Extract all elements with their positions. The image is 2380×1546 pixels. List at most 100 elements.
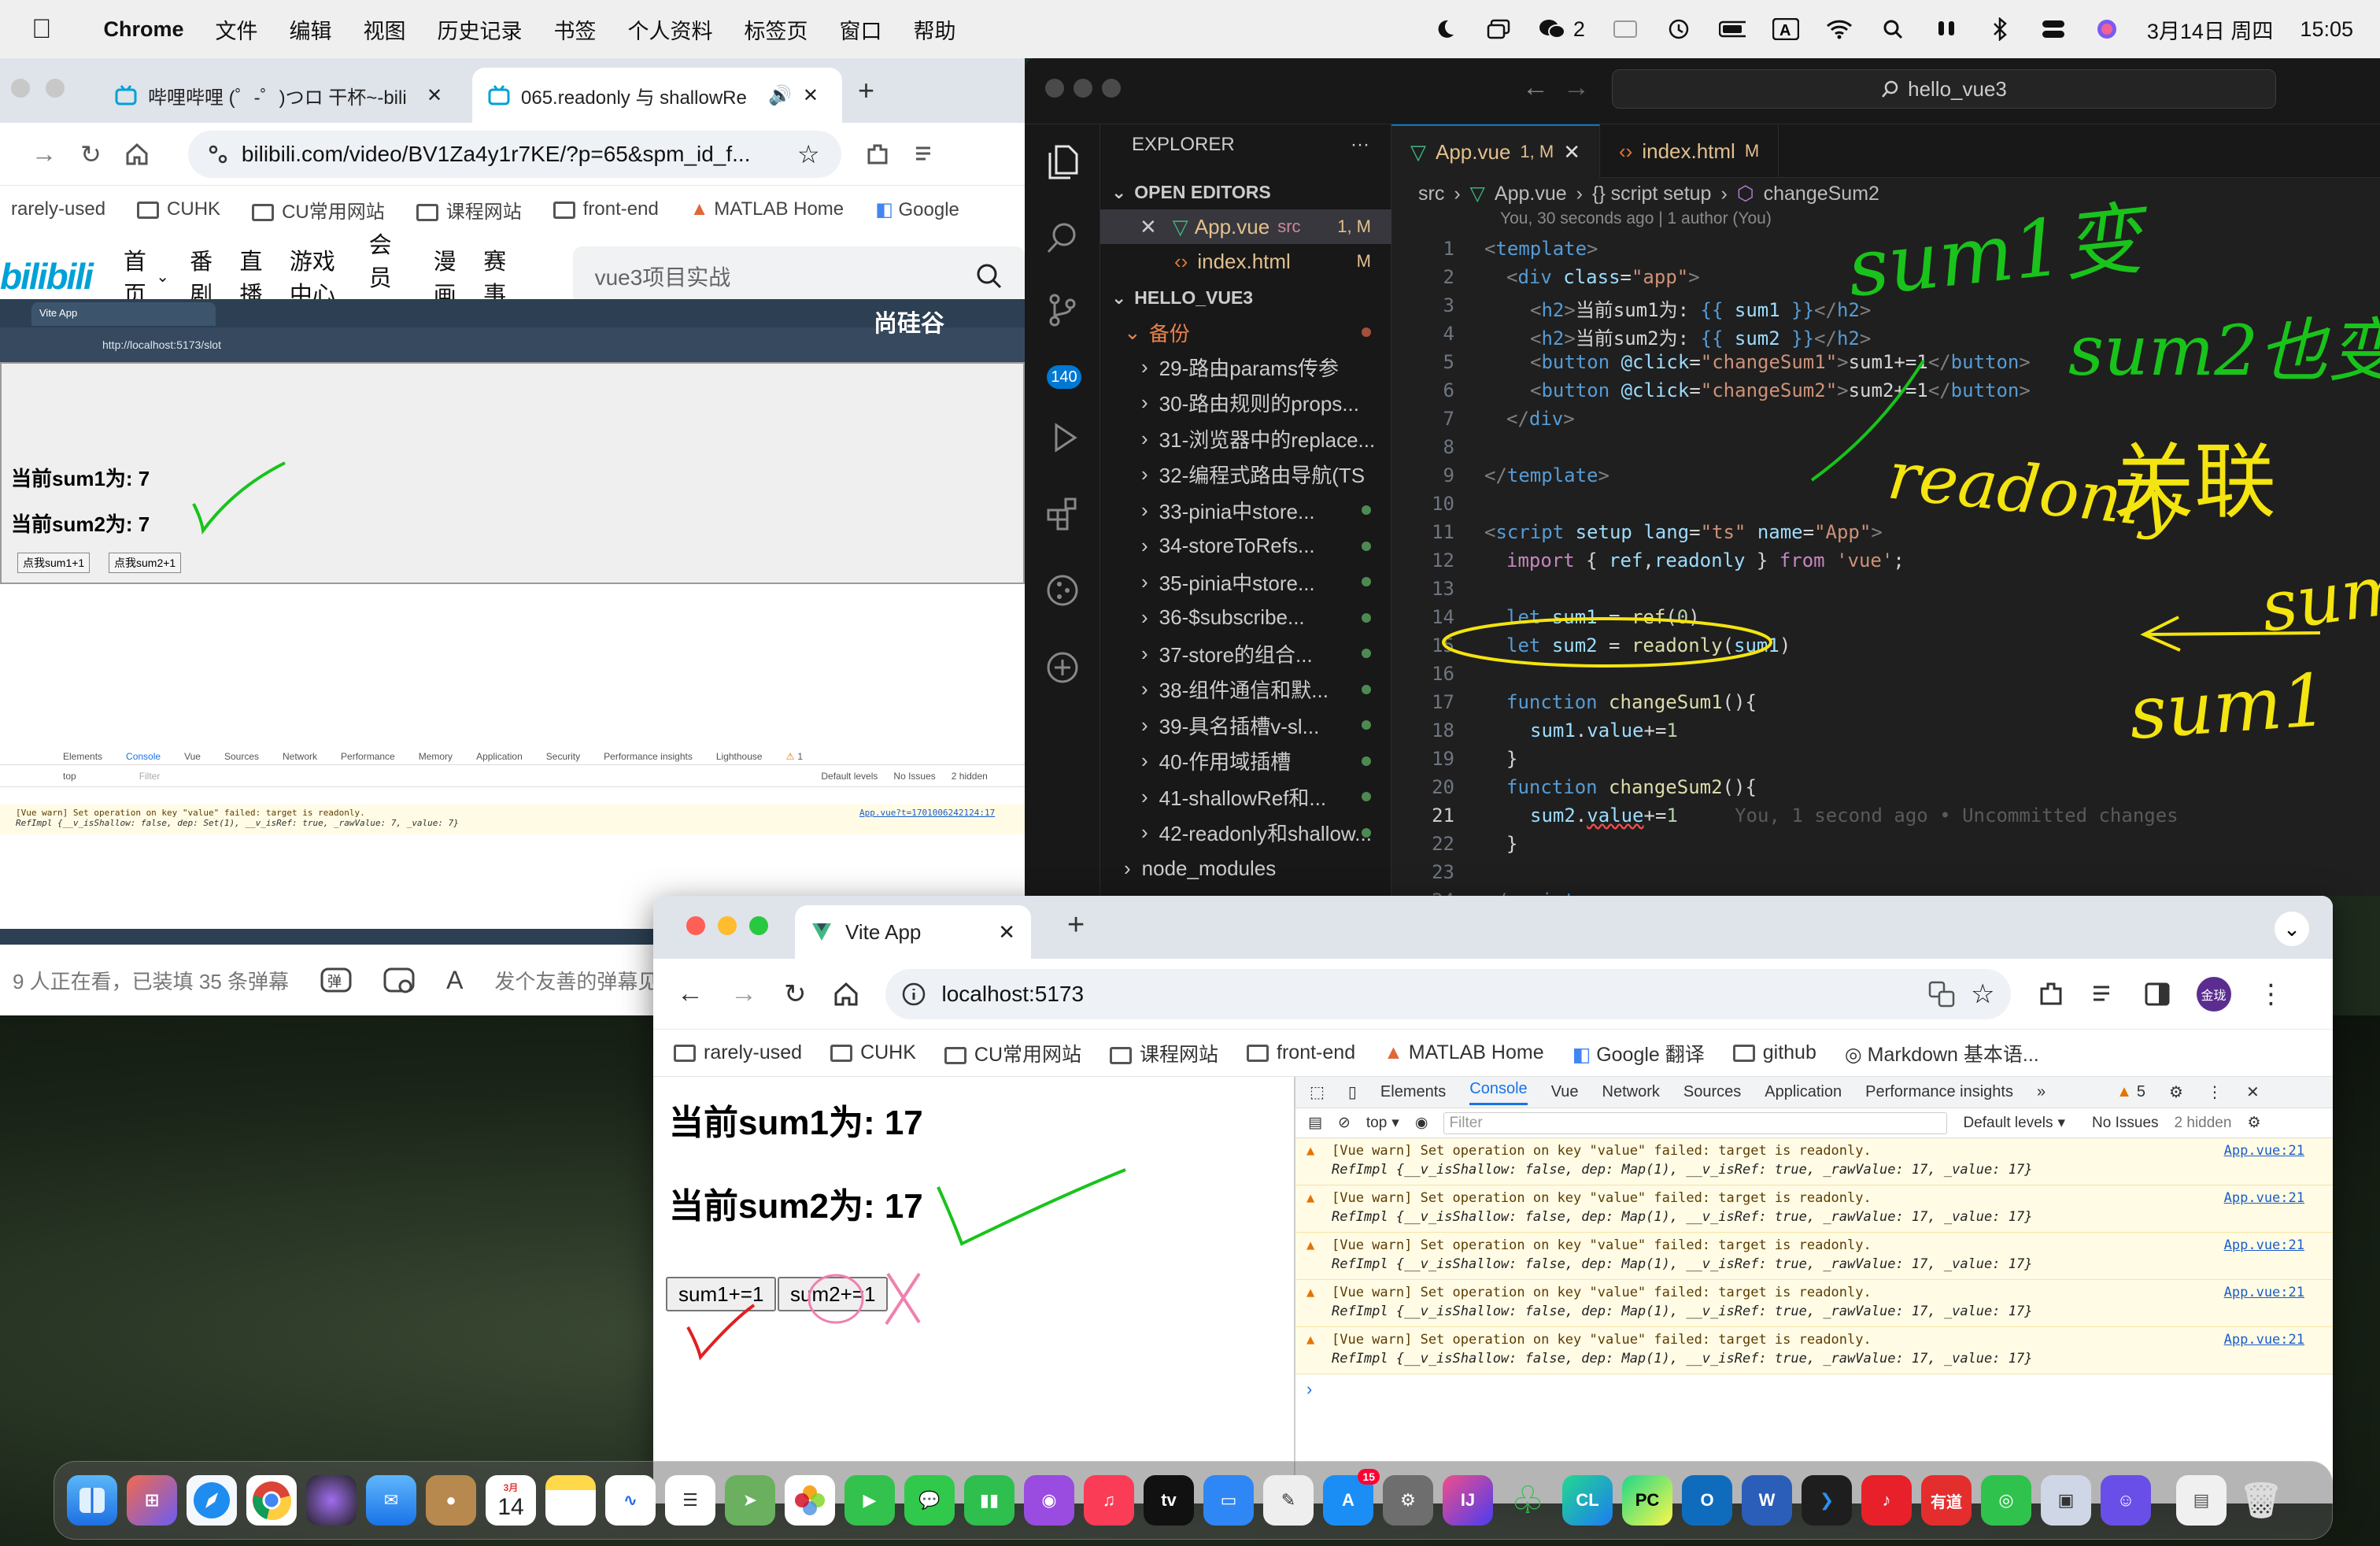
youdao-icon[interactable]: 有道	[1921, 1475, 1972, 1526]
tab-search-chevron-icon[interactable]: ⌄	[2275, 912, 2309, 946]
danmaku-font-icon[interactable]: A	[446, 966, 463, 995]
git-graph-icon[interactable]	[1042, 570, 1083, 611]
new-tab-button[interactable]: +	[858, 74, 874, 107]
bookmark-matlab[interactable]: ▲ MATLAB Home	[690, 198, 844, 220]
vite-tab[interactable]: Vite App ✕	[795, 905, 1031, 959]
menu-tabs[interactable]: 标签页	[745, 14, 808, 45]
bilibili-logo[interactable]: bilibili	[0, 255, 94, 298]
battery-icon[interactable]	[1718, 16, 1746, 43]
more-actions-icon[interactable]: ···	[1351, 134, 1369, 156]
close-icon[interactable]: ✕	[2246, 1082, 2260, 1102]
git-blame-lens[interactable]: You, 30 seconds ago | 1 author (You)	[1391, 209, 2380, 233]
messages-icon[interactable]: 💬	[904, 1475, 955, 1526]
app-store-icon[interactable]: A 15	[1323, 1469, 1380, 1526]
open-editor-index-html[interactable]: ‹› index.html M	[1100, 244, 1391, 279]
mail-icon[interactable]: ✉	[366, 1475, 416, 1526]
profile-avatar[interactable]: 金珑	[2196, 976, 2231, 1012]
freeform-icon[interactable]: ∿	[605, 1475, 656, 1526]
warning-object[interactable]: RefImpl {__v_isShallow: false, dep: Map(…	[1332, 1304, 2032, 1319]
translate-icon[interactable]	[1928, 981, 1955, 1008]
folder-backup[interactable]: ⌄ 备份	[1100, 315, 1391, 350]
extensions-icon[interactable]	[1042, 493, 1083, 534]
console-warning[interactable]: ▲ [Vue warn] Set operation on key "value"…	[1295, 1280, 2333, 1327]
media-controls-icon[interactable]	[2091, 982, 2118, 1006]
menu-view[interactable]: 视图	[364, 14, 406, 45]
bookmark-cuhk[interactable]: CUHK	[137, 198, 220, 220]
breadcrumb-item[interactable]: {} script setup	[1592, 183, 1711, 205]
clear-console-icon[interactable]: ⊘	[1338, 1114, 1351, 1132]
window-minimize-button[interactable]	[1074, 79, 1092, 98]
control-center-icon[interactable]	[2040, 16, 2067, 43]
extensions-icon[interactable]	[865, 142, 890, 167]
wechat-icon[interactable]	[1539, 16, 1565, 43]
stage-manager-icon[interactable]	[1485, 16, 1512, 43]
devtools-tab-network[interactable]: Network	[1602, 1083, 1660, 1101]
bili-search-input[interactable]: vue3项目实战	[595, 261, 976, 292]
tab-close-icon[interactable]: ✕	[998, 920, 1015, 945]
new-tab-button[interactable]: +	[1067, 908, 1085, 942]
source-control-icon[interactable]	[1042, 290, 1083, 331]
bookmark-matlab[interactable]: ▲ MATLAB Home	[1384, 1041, 1544, 1064]
console-settings-icon[interactable]: ⚙	[2247, 1114, 2260, 1132]
open-editors-header[interactable]: ⌄ OPEN EDITORS	[1100, 175, 1391, 209]
screen-mirroring-icon[interactable]	[1612, 16, 1639, 43]
airpods-icon[interactable]	[1933, 16, 1960, 43]
search-icon[interactable]	[1042, 217, 1083, 258]
bili-tab-home[interactable]: 哔哩哔哩 (゜-゜)つロ 干杯~-bili ✕	[99, 68, 463, 123]
system-settings-icon[interactable]: ⚙	[1383, 1475, 1433, 1526]
warning-object[interactable]: RefImpl {__v_isShallow: false, dep: Map(…	[1332, 1209, 2032, 1225]
devtools-tab-application[interactable]: Application	[1765, 1083, 1842, 1101]
more-options-icon[interactable]: ⋮	[2207, 1082, 2223, 1102]
devtools-tab-performance-insights[interactable]: Performance insights	[1865, 1083, 2013, 1101]
bookmark-github[interactable]: github	[1732, 1041, 1816, 1064]
music-icon[interactable]: ♫	[1084, 1475, 1134, 1526]
console-warning[interactable]: ▲ [Vue warn] Set operation on key "value"…	[1295, 1233, 2333, 1280]
preview-icon[interactable]: ▣	[2041, 1475, 2091, 1526]
warning-source-link[interactable]: App.vue:21	[2224, 1285, 2304, 1300]
side-panel-icon[interactable]	[2145, 982, 2170, 1006]
gear-icon[interactable]: ⚙	[2169, 1082, 2183, 1102]
folder-item[interactable]: ›public	[1100, 887, 1391, 896]
wechat-dock-icon[interactable]: ◎	[1981, 1475, 2031, 1526]
bookmark-cu-sites[interactable]: CU常用网站	[252, 196, 385, 224]
sum2-increment-button[interactable]: sum2+=1	[778, 1277, 889, 1311]
more-tabs-icon[interactable]: »	[2037, 1083, 2046, 1101]
contacts-icon[interactable]: ●	[426, 1475, 476, 1526]
bookmark-course-sites[interactable]: 课程网站	[416, 196, 522, 224]
extensions-icon[interactable]	[2038, 981, 2064, 1008]
window-zoom-button[interactable]	[749, 916, 768, 935]
folder-item[interactable]: › 38-组件通信和默...	[1100, 672, 1391, 707]
folder-item[interactable]: › 32-编程式路由导航(TS	[1100, 457, 1391, 492]
podcasts-icon[interactable]: ◉	[1024, 1475, 1074, 1526]
back-icon[interactable]: ←	[677, 978, 704, 1009]
warning-source-link[interactable]: App.vue:21	[2224, 1143, 2304, 1159]
documents-stack-icon[interactable]: ▤	[2176, 1475, 2227, 1526]
green-app-icon[interactable]: ♧	[1502, 1475, 1553, 1526]
devtools-tab-console[interactable]: Console	[1469, 1080, 1528, 1105]
menu-bookmarks[interactable]: 书签	[554, 14, 597, 45]
folder-item[interactable]: › 37-store的组合...	[1100, 636, 1391, 671]
tab-close-icon[interactable]: ✕	[427, 84, 442, 107]
console-prompt[interactable]: ›	[1295, 1374, 2333, 1404]
warning-source-link[interactable]: App.vue:21	[2224, 1190, 2304, 1206]
siri-app-icon[interactable]	[306, 1475, 357, 1526]
spotlight-icon[interactable]	[1879, 16, 1906, 43]
window-close-button[interactable]	[1045, 79, 1064, 98]
menu-window[interactable]: 窗口	[840, 14, 882, 45]
trash-icon[interactable]: 🗑	[2236, 1475, 2286, 1526]
sum1-increment-button[interactable]: sum1+=1	[666, 1277, 777, 1311]
folder-item[interactable]: › 30-路由规则的props...	[1100, 386, 1391, 420]
context-selector[interactable]: top	[1366, 1115, 1387, 1132]
menu-file[interactable]: 文件	[216, 14, 258, 45]
bookmark-cu-sites[interactable]: CU常用网站	[944, 1039, 1081, 1067]
window-close-button[interactable]	[11, 79, 30, 98]
explorer-icon[interactable]	[1042, 142, 1083, 183]
forward-icon[interactable]: →	[730, 978, 757, 1009]
clion-icon[interactable]: CL	[1562, 1475, 1613, 1526]
warning-source-link[interactable]: App.vue:21	[2224, 1237, 2304, 1253]
apple-tv-icon[interactable]: tv	[1144, 1475, 1194, 1526]
bookmark-front-end[interactable]: front-end	[552, 198, 659, 220]
discord-like-icon[interactable]: ☺	[2101, 1475, 2151, 1526]
bookmark-rarely-used[interactable]: rarely-used	[11, 198, 105, 220]
bookmark-google-translate[interactable]: ◧ Google 翻译	[1572, 1039, 1705, 1067]
